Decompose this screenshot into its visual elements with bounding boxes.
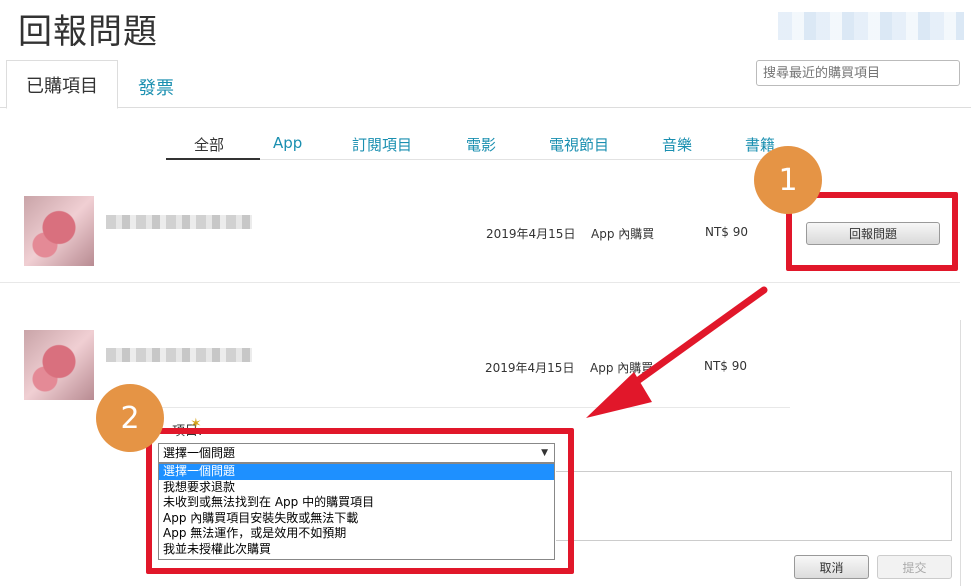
search-input[interactable] xyxy=(756,60,960,86)
app-thumbnail xyxy=(24,196,94,266)
filter-subscriptions[interactable]: 訂閱項目 xyxy=(352,134,412,155)
filter-music[interactable]: 音樂 xyxy=(662,134,692,155)
highlight-box-step2 xyxy=(146,428,574,574)
arrow-shaft xyxy=(618,286,768,396)
filter-active-underline xyxy=(166,158,260,160)
cancel-button[interactable]: 取消 xyxy=(794,555,869,579)
purchase-date: 2019年4月15日 xyxy=(486,227,576,241)
filter-tv[interactable]: 電視節目 xyxy=(549,134,609,155)
comment-textarea[interactable] xyxy=(556,471,952,541)
tab-purchases[interactable]: 已購項目 xyxy=(6,60,118,109)
app-thumbnail xyxy=(24,330,94,400)
account-name-blurred xyxy=(778,12,964,40)
tab-invoices[interactable]: 發票 xyxy=(138,74,174,100)
purchase-date: 2019年4月15日 xyxy=(485,361,575,375)
purchase-price: NT$ 90 xyxy=(705,225,749,239)
arrow-icon xyxy=(586,286,768,418)
panel-border xyxy=(960,320,961,586)
item-name-blurred xyxy=(106,348,252,362)
tab-divider xyxy=(0,107,971,108)
step-badge-2: 2 xyxy=(96,384,164,452)
filter-app[interactable]: App xyxy=(273,134,302,152)
row-divider xyxy=(0,282,960,283)
filter-divider xyxy=(260,159,780,160)
page-title: 回報問題 xyxy=(18,12,158,52)
step-badge-1: 1 xyxy=(754,146,822,214)
submit-button[interactable]: 提交 xyxy=(877,555,952,579)
purchase-type: App 內購買 xyxy=(591,227,655,241)
filter-movies[interactable]: 電影 xyxy=(466,134,496,155)
filter-all[interactable]: 全部 xyxy=(194,134,224,155)
item-name-blurred xyxy=(106,215,252,229)
